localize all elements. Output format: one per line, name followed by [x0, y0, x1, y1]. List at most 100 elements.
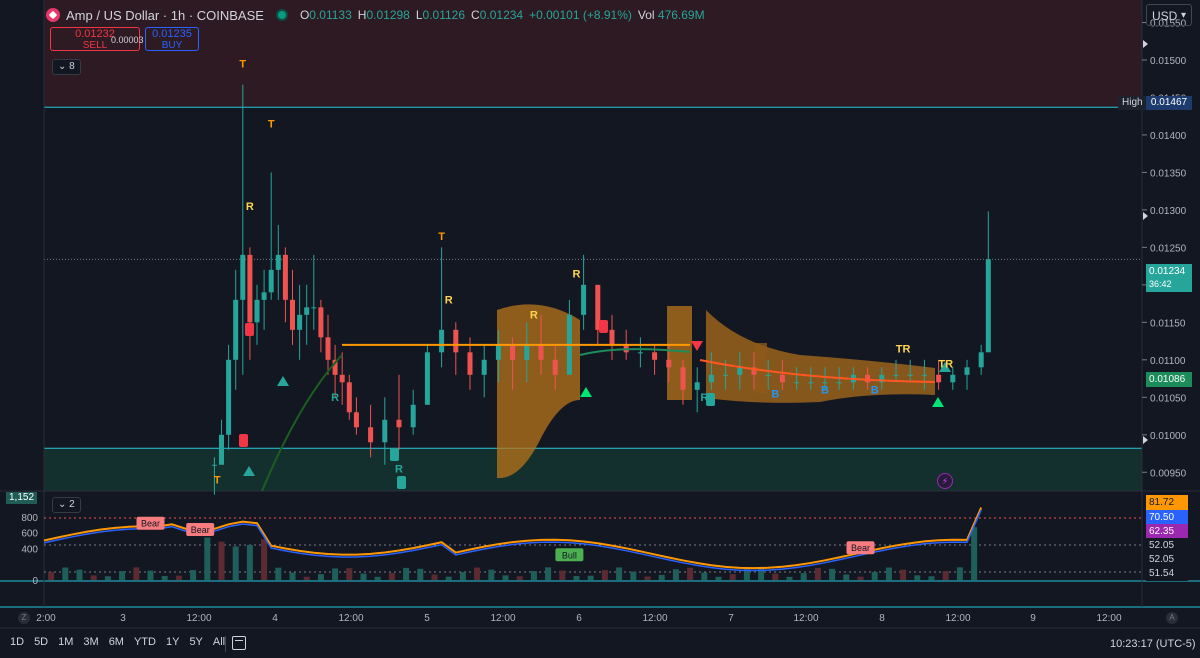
toolbar-divider [225, 636, 226, 652]
candle-body [893, 374, 899, 376]
x-tick-label: 6 [576, 613, 582, 624]
price-change: +0.00101 (+8.91%) [529, 8, 632, 22]
symbol-title[interactable]: Amp / US Dollar · 1h · COINBASE [66, 8, 264, 23]
signal-label: R [573, 268, 581, 280]
timeframe-1m[interactable]: 1M [58, 636, 73, 648]
y-tick-label: 0.01350 [1150, 168, 1187, 179]
zoom-z-button[interactable]: Z [18, 612, 30, 624]
volume-bar [786, 576, 793, 580]
volume-bar [956, 567, 963, 580]
signal-label: T [239, 58, 246, 70]
volume-bar [90, 575, 97, 580]
candle-body [396, 419, 402, 428]
volume-bar [971, 527, 978, 580]
x-tick-label: 12:00 [793, 613, 818, 624]
x-tick-label: 7 [728, 613, 734, 624]
candle-body [424, 352, 430, 405]
volume-bar [928, 576, 935, 580]
currency-select[interactable]: USD [1146, 4, 1192, 27]
candle-body [822, 382, 828, 384]
price-chart[interactable]: 0.015500.015000.014500.014000.013500.013… [0, 0, 1200, 658]
candle-body [495, 344, 501, 360]
signal-label: B [871, 385, 879, 397]
candle-body [936, 374, 942, 383]
candle-body [779, 374, 785, 383]
volume-bar [175, 575, 182, 580]
ohlc-open: O0.01133 [299, 8, 352, 22]
candle-body [865, 374, 871, 383]
buy-signal-marker [580, 387, 592, 397]
volume-bar [729, 574, 736, 580]
candle-body [481, 359, 487, 375]
volume-bar [914, 575, 921, 580]
volume-bar [573, 576, 580, 580]
volume-bar [147, 570, 154, 580]
volume-bar [885, 567, 892, 580]
high-value: 0.01467 [1146, 96, 1192, 110]
timeframe-6m[interactable]: 6M [109, 636, 124, 648]
volume-bar [772, 573, 779, 580]
y-tick-label: 0.01400 [1150, 131, 1187, 142]
candle-body [226, 359, 232, 435]
count-marker [245, 323, 254, 336]
signal-label: R [246, 201, 254, 213]
volume-bar [871, 572, 878, 580]
volume-badge: 1,152 [6, 492, 38, 504]
timeframe-ytd[interactable]: YTD [134, 636, 156, 648]
x-tick-label: 12:00 [338, 613, 363, 624]
y-tick-label: 0.01250 [1150, 243, 1187, 254]
pane-indicators-collapse-button[interactable]: ⌄ 2 [52, 497, 81, 513]
candle-body [339, 374, 345, 383]
timeframe-1y[interactable]: 1Y [166, 636, 179, 648]
sub-value-4: 52.05 [1146, 538, 1188, 553]
candle-body [907, 374, 913, 376]
auto-scale-button[interactable]: A [1166, 612, 1178, 624]
candle-body [453, 329, 459, 353]
sub-value-1: 81.72 [1146, 495, 1188, 510]
sub-y-tick-label: 0 [32, 576, 38, 587]
signal-label: R [530, 310, 538, 322]
volume-bar [488, 569, 495, 580]
volume-bar [431, 574, 438, 580]
volume-bar [388, 573, 395, 580]
candle-body [346, 382, 352, 413]
candle-body [708, 374, 714, 383]
candle-body [694, 382, 700, 390]
candle-body [985, 259, 991, 353]
x-tick-label: 12:00 [186, 613, 211, 624]
candle-body [247, 254, 253, 323]
y-tick-label: 0.01050 [1150, 393, 1187, 404]
candle-body [304, 307, 310, 315]
indicators-collapse-button[interactable]: ⌄ 8 [52, 59, 81, 75]
volume-bar [587, 575, 594, 580]
y-tick-label: 0.01300 [1150, 206, 1187, 217]
sell-signal-marker [691, 341, 703, 351]
bull-label: Bull [562, 550, 577, 560]
volatility-band [667, 306, 692, 400]
candle-body [318, 307, 324, 338]
candle-body [609, 329, 615, 345]
timeframe-1d[interactable]: 1D [10, 636, 24, 648]
ema-price-label: 0.01086 [1146, 372, 1192, 387]
buy-label: BUY [161, 40, 183, 51]
timeframe-5d[interactable]: 5D [34, 636, 48, 648]
timeframe-5y[interactable]: 5Y [189, 636, 202, 648]
volume-bar [800, 573, 807, 580]
signal-label: T [268, 118, 275, 130]
volume-bar [687, 567, 694, 580]
lightning-icon[interactable]: ⚡ [937, 473, 953, 489]
buy-button[interactable]: 0.01235 BUY [145, 27, 199, 51]
volume-bar [133, 567, 140, 580]
spread-value: 0.00003 [111, 35, 144, 45]
volume-bar [119, 571, 126, 580]
buy-signal-marker [932, 397, 944, 407]
candle-body [680, 367, 686, 390]
candle-body [524, 344, 530, 360]
x-tick-label: 12:00 [945, 613, 970, 624]
timeframe-3m[interactable]: 3M [83, 636, 98, 648]
volume-bar [261, 539, 268, 580]
signal-label: R [700, 392, 708, 404]
volume-bar [715, 576, 722, 580]
timeframe-all[interactable]: All [213, 636, 225, 648]
calendar-icon[interactable] [232, 636, 246, 650]
